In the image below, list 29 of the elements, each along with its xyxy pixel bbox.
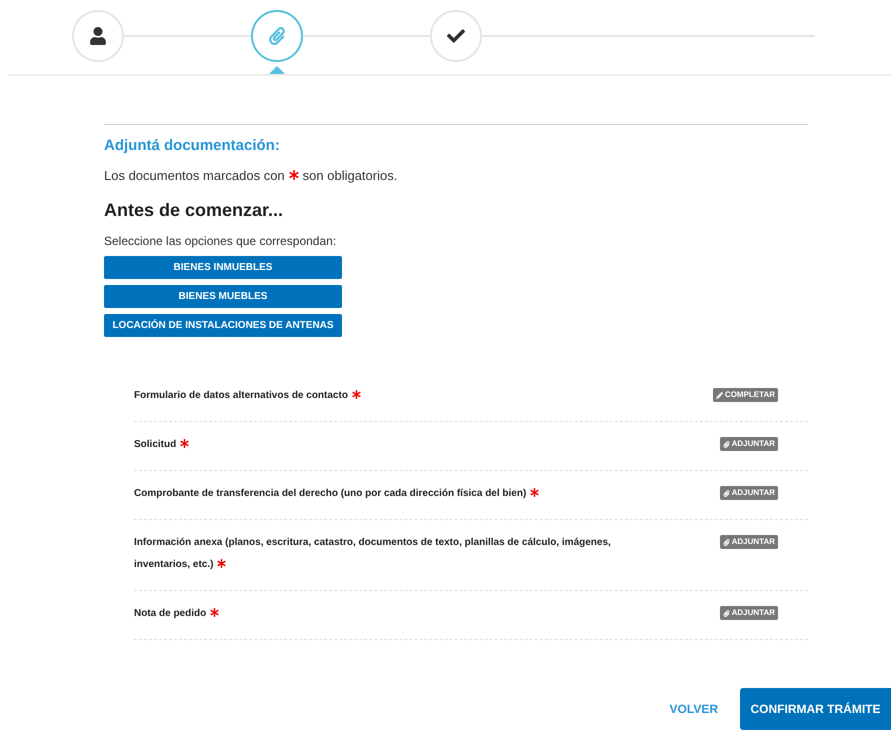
document-name: Solicitud: [134, 434, 634, 456]
note-text: son obligatorios.: [302, 166, 398, 185]
paperclip-icon: [722, 610, 730, 616]
paperclip-icon: [722, 538, 730, 546]
section-title: Adjuntá documentación:: [104, 136, 281, 156]
option-button[interactable]: BIENES INMUEBLES: [104, 256, 342, 279]
intro-title: Antes de comenzar...: [104, 199, 284, 222]
action-button[interactable]: ADJUNTAR: [720, 437, 778, 451]
action-button[interactable]: ADJUNTAR: [720, 535, 778, 549]
back-link[interactable]: VOLVER: [670, 700, 718, 718]
intro-subtitle: Seleccione las opciones que correspondan:: [104, 233, 338, 250]
paperclip-icon: [722, 490, 730, 496]
required-icon: [288, 170, 299, 180]
document-name: Formulario de datos alternativos de contacto: [134, 385, 634, 407]
check-icon: [447, 27, 465, 45]
action-button[interactable]: COMPLETAR: [712, 388, 778, 402]
option-button[interactable]: LOCACIÓN DE INSTALACIONES DE ANTENAS: [104, 314, 342, 337]
person-icon: [89, 27, 107, 45]
document-name: Comprobante de transferencia del derecho (uno por cada dirección física del bien): [134, 483, 634, 505]
paperclip-icon: [268, 27, 286, 45]
note-text: Los documentos marcados con: [104, 166, 285, 184]
document-name: Información anexa (planos, escritura, catastro, documentos de texto, planillas de cálculo, imágenes, inventarios, etc.): [134, 536, 612, 572]
action-button[interactable]: ADJUNTAR: [720, 606, 778, 620]
document-name: Nota de pedido: [134, 603, 634, 625]
confirm-button[interactable]: CONFIRMAR TRÁMITE: [740, 688, 891, 730]
action-button[interactable]: ADJUNTAR: [720, 486, 778, 500]
option-button[interactable]: BIENES MUEBLES: [104, 285, 342, 308]
pencil-icon: [716, 392, 723, 398]
paperclip-icon: [722, 440, 730, 448]
